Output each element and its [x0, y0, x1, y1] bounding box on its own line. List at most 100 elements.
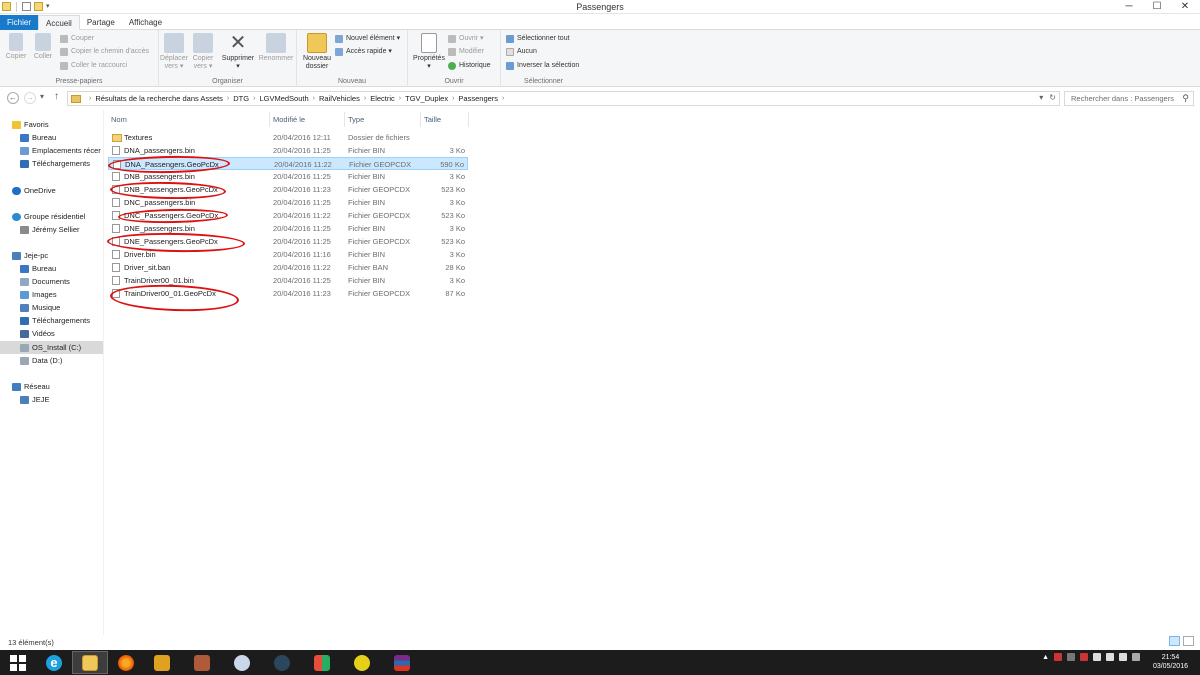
file-row[interactable]: TrainDriver00_01.bin 20/04/2016 11:25 Fi… [108, 274, 468, 287]
breadcrumb-item[interactable]: LGVMedSouth [259, 94, 308, 103]
select-none-button[interactable]: Aucun [506, 47, 537, 56]
sidebar-item-reseau[interactable]: Réseau [12, 382, 50, 391]
network-icon[interactable] [1106, 653, 1114, 661]
file-row[interactable]: Driver_sit.ban 20/04/2016 11:22 Fichier … [108, 261, 468, 274]
sidebar-item-jeje[interactable]: JEJE [20, 395, 50, 404]
rename-button[interactable]: Renommer [257, 33, 295, 63]
invert-selection-button[interactable]: Inverser la sélection [506, 61, 579, 70]
cut-button[interactable]: Couper [60, 34, 94, 43]
sidebar-item-musique[interactable]: Musique [20, 303, 60, 312]
address-bar[interactable]: › Résultats de la recherche dans Assets … [67, 91, 1060, 106]
address-dropdown-button[interactable]: ▾ [1039, 93, 1043, 102]
tab-accueil[interactable]: Accueil [38, 15, 80, 30]
file-row[interactable]: DNC_passengers.bin 20/04/2016 11:25 Fich… [108, 196, 468, 209]
taskbar-firefox[interactable] [108, 651, 144, 674]
easy-access-button[interactable]: Accès rapide ▾ [335, 47, 392, 56]
file-row-textures[interactable]: Textures 20/04/2016 12:11 Dossier de fic… [108, 131, 468, 144]
new-item-button[interactable]: Nouvel élément ▾ [335, 34, 400, 43]
taskbar-app[interactable] [184, 651, 220, 674]
taskbar-office[interactable] [304, 651, 340, 674]
breadcrumb-item[interactable]: Passengers [458, 94, 498, 103]
sidebar-item-telechargements[interactable]: Téléchargements [20, 159, 90, 168]
search-input[interactable]: Rechercher dans : Passengers ⚲ [1064, 91, 1194, 106]
sidebar-item-documents[interactable]: Documents [20, 277, 70, 286]
taskbar-file-explorer[interactable] [72, 651, 108, 674]
paste-shortcut-button[interactable]: Coller le raccourci [60, 61, 127, 70]
maximize-button[interactable]: ☐ [1150, 1, 1164, 13]
large-icons-view-icon[interactable] [1183, 636, 1194, 646]
sidebar-item-groupe-residentiel[interactable]: Groupe résidentiel [12, 212, 85, 221]
paste-button[interactable]: Coller [31, 33, 55, 61]
tab-fichier[interactable]: Fichier [0, 15, 39, 30]
file-row[interactable]: Driver.bin 20/04/2016 11:16 Fichier BIN … [108, 248, 468, 261]
tray-app-icon[interactable] [1080, 653, 1088, 661]
file-row[interactable]: DNC_Passengers.GeoPcDx 20/04/2016 11:22 … [108, 209, 468, 222]
file-row[interactable]: DNB_Passengers.GeoPcDx 20/04/2016 11:23 … [108, 183, 468, 196]
sidebar-item-data-d[interactable]: Data (D:) [20, 356, 62, 365]
forward-button[interactable]: → [24, 92, 36, 104]
column-header-name[interactable]: Nom [108, 114, 127, 126]
flag-icon[interactable] [1093, 653, 1101, 661]
breadcrumb-item[interactable]: DTG [233, 94, 249, 103]
sidebar-item-bureau-pc[interactable]: Bureau [20, 264, 56, 273]
clock[interactable]: 21:54 03/05/2016 [1153, 653, 1188, 671]
breadcrumb-item[interactable]: TGV_Duplex [405, 94, 448, 103]
copy-to-button[interactable]: Copier vers ▾ [189, 33, 217, 71]
select-all-button[interactable]: Sélectionner tout [506, 34, 570, 43]
tab-affichage[interactable]: Affichage [122, 15, 169, 30]
column-header-modified[interactable]: Modifié le [270, 114, 305, 126]
copy-path-button[interactable]: Copier le chemin d'accès [60, 47, 149, 56]
chevron-up-icon[interactable]: ▲ [1042, 654, 1049, 661]
sidebar-item-images[interactable]: Images [20, 290, 57, 299]
file-row[interactable]: TrainDriver00_01.GeoPcDx 20/04/2016 11:2… [108, 287, 468, 300]
sidebar-item-emplacements-recents[interactable]: Emplacements récer [20, 146, 101, 155]
file-row[interactable]: DNE_Passengers.GeoPcDx 20/04/2016 11:25 … [108, 235, 468, 248]
file-row[interactable]: DNB_passengers.bin 20/04/2016 11:25 Fich… [108, 170, 468, 183]
sidebar-item-videos[interactable]: Vidéos [20, 329, 55, 338]
sidebar-item-bureau[interactable]: Bureau [20, 133, 56, 142]
column-header-size[interactable]: Taille [421, 114, 441, 126]
open-button[interactable]: Ouvrir ▾ [448, 34, 484, 43]
edit-button[interactable]: Modifier [448, 47, 484, 56]
file-row-selected[interactable]: DNA_Passengers.GeoPcDx 20/04/2016 11:22 … [108, 157, 468, 170]
taskbar-railworks[interactable] [144, 651, 180, 674]
taskbar-internet-explorer[interactable]: e [36, 651, 72, 674]
taskbar-game[interactable] [344, 651, 380, 674]
search-icon[interactable]: ⚲ [1182, 92, 1189, 105]
close-button[interactable]: ✕ [1178, 1, 1192, 13]
breadcrumb-item[interactable]: RailVehicles [319, 94, 360, 103]
taskbar-winrar[interactable] [384, 651, 420, 674]
column-header-type[interactable]: Type [345, 114, 364, 126]
history-button[interactable]: Historique [448, 61, 491, 70]
column-separator[interactable] [468, 112, 469, 127]
up-button[interactable]: ↑ [54, 91, 59, 102]
sidebar-item-onedrive[interactable]: OneDrive [12, 186, 56, 195]
file-row[interactable]: DNE_passengers.bin 20/04/2016 11:25 Fich… [108, 222, 468, 235]
volume-icon[interactable] [1119, 653, 1127, 661]
sidebar-item-jeje-pc[interactable]: Jeje-pc [12, 251, 48, 260]
tray-app-icon[interactable] [1054, 653, 1062, 661]
sidebar-item-favoris[interactable]: Favoris [12, 120, 49, 129]
sidebar-item-os-install[interactable]: OS_Install (C:) [0, 341, 103, 354]
move-to-button[interactable]: Déplacer vers ▾ [159, 33, 189, 71]
breadcrumb-item[interactable]: Résultats de la recherche dans Assets [95, 94, 223, 103]
keyboard-icon[interactable] [1132, 653, 1140, 661]
sidebar-item-telechargements-pc[interactable]: Téléchargements [20, 316, 90, 325]
new-folder-button[interactable]: Nouveau dossier [300, 33, 334, 71]
copy-button[interactable]: Copier [4, 33, 28, 61]
taskbar-steam[interactable] [264, 651, 300, 674]
delete-button[interactable]: ✕ Supprimer ▾ [219, 33, 257, 71]
refresh-button[interactable]: ↻ [1049, 93, 1056, 102]
details-view-icon[interactable] [1169, 636, 1180, 646]
properties-button[interactable]: Propriétés ▾ [411, 33, 447, 71]
taskbar-paint[interactable] [224, 651, 260, 674]
tray-app-icon[interactable] [1067, 653, 1075, 661]
start-button[interactable] [0, 651, 36, 674]
file-row[interactable]: DNA_passengers.bin 20/04/2016 11:25 Fich… [108, 144, 468, 157]
breadcrumb-item[interactable]: Electric [370, 94, 395, 103]
sidebar-item-jeremy-sellier[interactable]: Jérémy Sellier [20, 225, 80, 234]
recent-locations-button[interactable]: ▾ [40, 92, 44, 101]
tab-partage[interactable]: Partage [80, 15, 122, 30]
back-button[interactable]: ← [7, 92, 19, 104]
minimize-button[interactable]: ─ [1122, 1, 1136, 13]
